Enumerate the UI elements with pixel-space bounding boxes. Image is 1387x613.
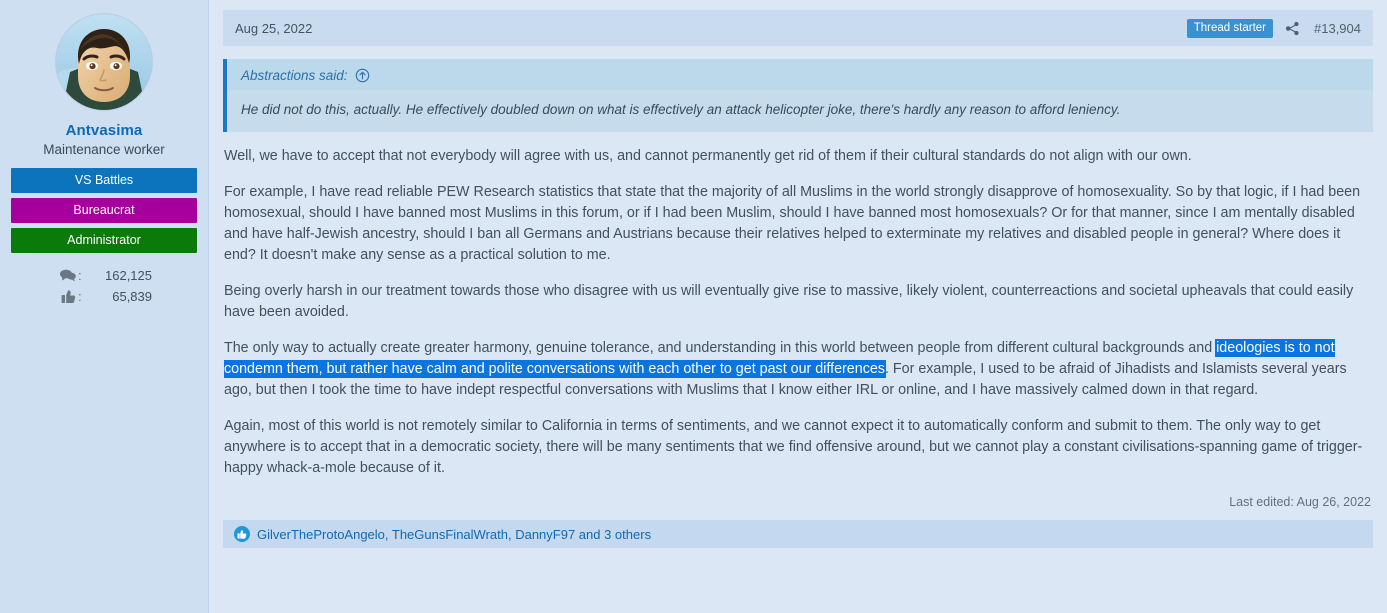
avatar-image — [56, 14, 152, 110]
paragraph-4: The only way to actually create greater … — [224, 338, 1372, 401]
stat-separator: : — [78, 289, 82, 304]
circle-up-arrow-icon[interactable] — [355, 68, 370, 83]
likes-count: 65,839 — [112, 289, 152, 304]
username[interactable]: Antvasima — [66, 122, 143, 139]
paragraph-1: Well, we have to accept that not everybo… — [224, 148, 1192, 165]
paragraph-3: Being overly harsh in our treatment towa… — [224, 283, 1354, 321]
messages-count: 162,125 — [105, 268, 152, 283]
avatar[interactable] — [56, 14, 152, 110]
post-date[interactable]: Aug 25, 2022 — [235, 21, 312, 36]
last-edited-label: Last edited: Aug 26, 2022 — [1229, 495, 1371, 510]
likes-icon — [56, 289, 76, 304]
post-message-body: Well, we have to accept that not everybo… — [223, 146, 1373, 479]
paragraph-4-prefix: The only way to actually create greater … — [224, 340, 1217, 357]
user-banner-bureaucrat: Bureaucrat — [11, 198, 197, 223]
paragraph-2: For example, I have read reliable PEW Re… — [224, 184, 1361, 264]
stat-separator: : — [78, 268, 82, 283]
thumbs-up-reaction-icon — [233, 526, 250, 543]
paragraph-5: Again, most of this world is not remotel… — [224, 418, 1363, 477]
user-banner-administrator: Administrator — [11, 228, 197, 253]
reaction-user-list[interactable]: GilverTheProtoAngelo, TheGunsFinalWrath,… — [257, 527, 651, 542]
user-title: Maintenance worker — [43, 142, 165, 157]
quote-author-label: Abstractions said: — [241, 68, 348, 83]
quote-header: Abstractions said: — [227, 59, 1373, 90]
messages-icon — [56, 269, 76, 282]
post-user-card: Antvasima Maintenance worker VS Battles … — [0, 0, 209, 613]
user-stats: : 162,125 : 65,839 — [29, 265, 179, 307]
thread-starter-badge: Thread starter — [1186, 18, 1273, 38]
user-banner-vs-battles: VS Battles — [11, 168, 197, 193]
user-banners: VS Battles Bureaucrat Administrator — [11, 168, 197, 258]
forum-post-page: Antvasima Maintenance worker VS Battles … — [0, 0, 1387, 613]
post-content: Aug 25, 2022 Thread starter #13,904 Abst… — [209, 0, 1387, 613]
share-icon[interactable] — [1285, 21, 1300, 36]
stat-messages: : 162,125 — [29, 265, 179, 286]
quote-text: He did not do this, actually. He effecti… — [227, 90, 1373, 133]
post-number[interactable]: #13,904 — [1314, 21, 1361, 36]
post-header-bar: Aug 25, 2022 Thread starter #13,904 — [223, 10, 1373, 46]
stat-likes: : 65,839 — [29, 286, 179, 307]
reactions-bar: GilverTheProtoAngelo, TheGunsFinalWrath,… — [223, 520, 1373, 549]
quote-block: Abstractions said: He did not do this, a… — [223, 59, 1373, 133]
